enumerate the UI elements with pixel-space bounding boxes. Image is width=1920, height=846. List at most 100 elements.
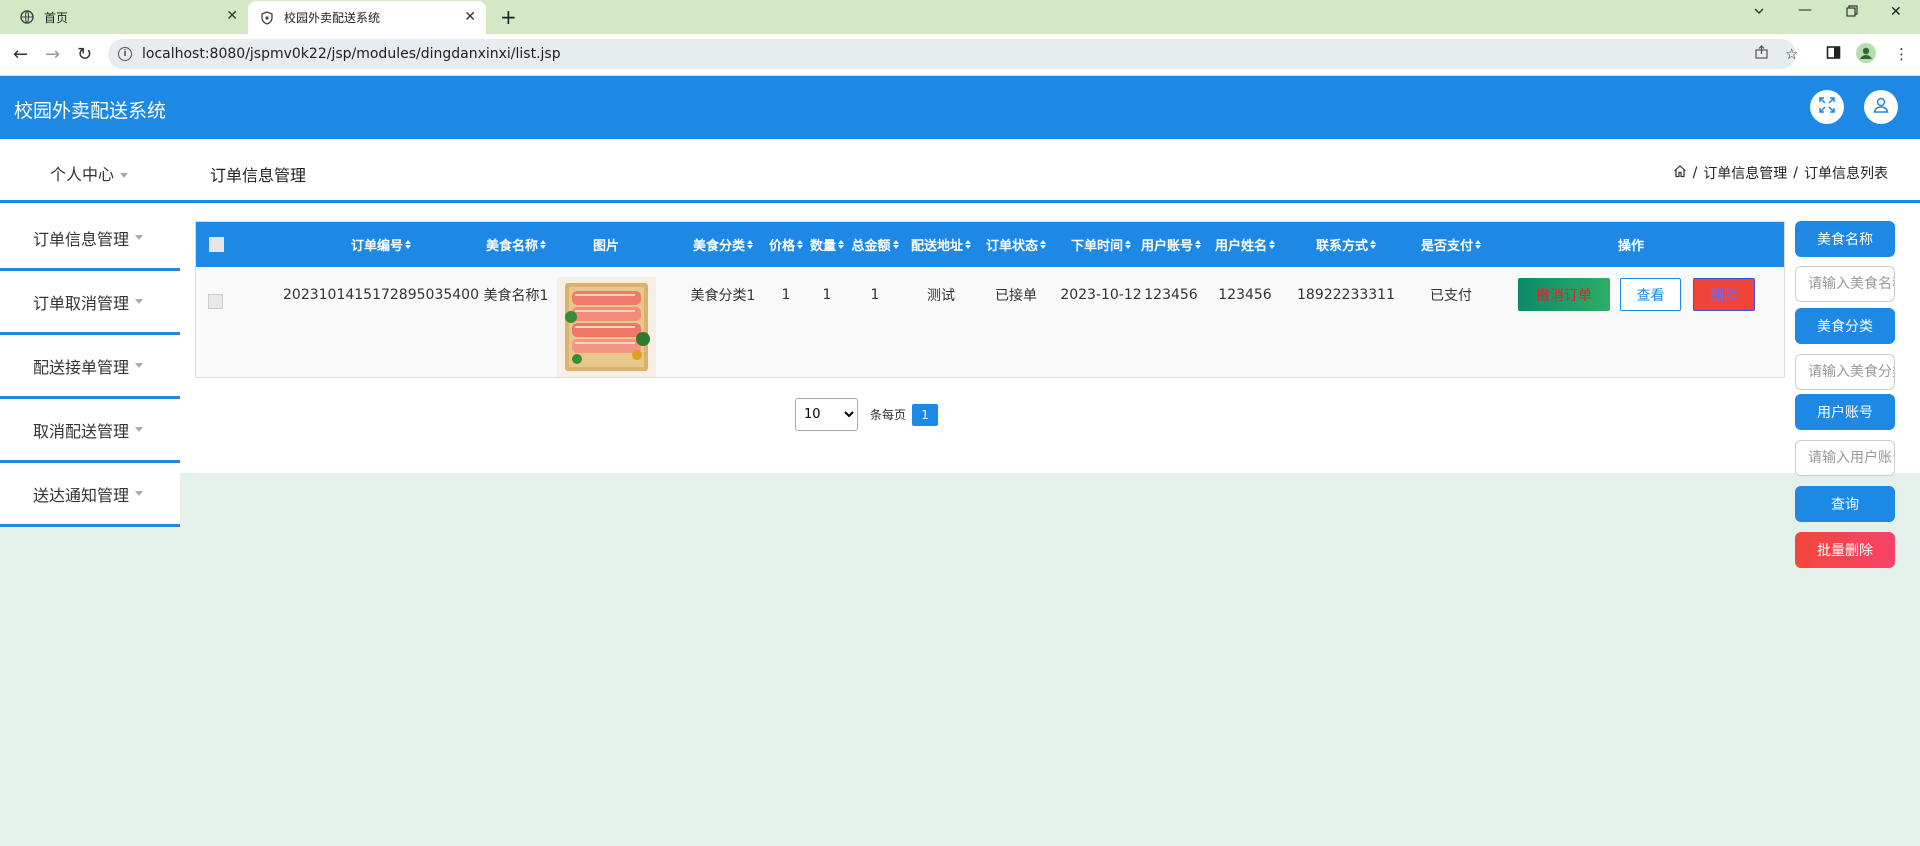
food-name-search-input[interactable] xyxy=(1795,266,1895,302)
sidebar-item-order-info[interactable]: 订单信息管理 xyxy=(0,207,180,271)
column-header: 图片 xyxy=(561,222,651,267)
browser-tab-home[interactable]: 首页 ✕ xyxy=(8,0,248,34)
cell-paid: 已支付 xyxy=(1430,288,1472,304)
view-button[interactable]: 查看 xyxy=(1620,278,1681,311)
column-header-label: 图片 xyxy=(592,239,619,254)
breadcrumb-item[interactable]: 订单信息管理 xyxy=(1703,163,1787,183)
share-icon[interactable] xyxy=(1754,45,1769,64)
cell-user-account: 123456 xyxy=(1144,287,1198,303)
column-header-label: 下单时间 xyxy=(1070,239,1123,254)
sidebar-item-label: 取消配送管理 xyxy=(33,421,130,441)
close-tab-icon[interactable]: ✕ xyxy=(464,9,476,25)
food-image[interactable] xyxy=(557,277,656,377)
column-header[interactable]: 美食名称 xyxy=(461,222,571,267)
close-window-icon[interactable]: ✕ xyxy=(1890,4,1902,20)
sort-icon xyxy=(540,240,546,249)
shield-icon xyxy=(260,10,274,25)
url-text: localhost:8080/jspmv0k22/jsp/modules/din… xyxy=(142,46,561,62)
sort-icon xyxy=(405,240,411,249)
back-arrow-icon[interactable]: ← xyxy=(13,44,28,65)
sidebar: 订单信息管理 订单取消管理 配送接单管理 取消配送管理 送达通知管理 xyxy=(0,207,180,527)
column-header-label: 用户姓名 xyxy=(1214,239,1267,254)
query-button[interactable]: 查询 xyxy=(1795,486,1895,522)
column-header-label: 订单编号 xyxy=(350,239,403,254)
column-header-label: 数量 xyxy=(809,239,836,254)
food-name-search-label[interactable]: 美食名称 xyxy=(1795,221,1895,257)
column-header[interactable]: 总金额 xyxy=(840,222,910,267)
column-header-label: 美食分类 xyxy=(692,239,745,254)
checkbox-box xyxy=(208,294,223,309)
column-header-label: 联系方式 xyxy=(1315,239,1368,254)
column-header[interactable]: 用户账号 xyxy=(1131,222,1211,267)
select-all-checkbox[interactable] xyxy=(208,222,225,267)
address-bar[interactable]: i localhost:8080/jspmv0k22/jsp/modules/d… xyxy=(108,39,1796,69)
site-info-icon[interactable]: i xyxy=(118,47,132,61)
bookmark-star-icon[interactable]: ☆ xyxy=(1785,45,1798,63)
sidebar-item-delivery-cancel[interactable]: 取消配送管理 xyxy=(0,399,180,463)
column-header-label: 操作 xyxy=(1617,239,1644,254)
fullscreen-button[interactable] xyxy=(1810,90,1844,124)
column-header[interactable]: 配送地址 xyxy=(901,222,981,267)
close-tab-icon[interactable]: ✕ xyxy=(226,8,238,24)
user-button[interactable] xyxy=(1864,90,1898,124)
profile-avatar-icon[interactable] xyxy=(1856,43,1876,67)
restore-icon[interactable] xyxy=(1845,4,1859,22)
column-header[interactable]: 用户姓名 xyxy=(1205,222,1285,267)
per-page-label: 条每页 xyxy=(870,408,907,422)
menu-kebab-icon[interactable]: ⋮ xyxy=(1894,45,1909,63)
delete-button[interactable]: 删除 xyxy=(1693,278,1755,311)
page-number-button[interactable]: 1 xyxy=(912,403,939,426)
sidebar-item-delivered-notice[interactable]: 送达通知管理 xyxy=(0,463,180,527)
sort-icon xyxy=(1370,240,1376,249)
sort-icon xyxy=(747,240,753,249)
pagination: 10 条每页 1 xyxy=(795,398,939,431)
column-header[interactable]: 是否支付 xyxy=(1406,222,1496,267)
sort-icon xyxy=(965,240,971,249)
sidebar-item-delivery-accept[interactable]: 配送接单管理 xyxy=(0,335,180,399)
category-search-input[interactable] xyxy=(1795,354,1895,390)
column-header-label: 配送地址 xyxy=(910,239,963,254)
caret-down-icon xyxy=(120,173,129,178)
column-header[interactable]: 联系方式 xyxy=(1286,222,1406,267)
cell-address: 测试 xyxy=(927,288,955,304)
reload-icon[interactable]: ↻ xyxy=(77,44,92,65)
category-search-label[interactable]: 美食分类 xyxy=(1795,308,1895,344)
column-header[interactable]: 订单编号 xyxy=(306,222,456,267)
column-header-label: 用户账号 xyxy=(1140,239,1193,254)
browser-tab-active[interactable]: 校园外卖配送系统 ✕ xyxy=(248,1,486,34)
account-search-label[interactable]: 用户账号 xyxy=(1795,394,1895,430)
caret-down-icon xyxy=(135,363,144,368)
batch-delete-button[interactable]: 批量删除 xyxy=(1795,532,1895,568)
cell-status: 已接单 xyxy=(995,288,1037,304)
sidebar-item-order-cancel[interactable]: 订单取消管理 xyxy=(0,271,180,335)
row-checkbox[interactable] xyxy=(208,294,223,313)
user-icon xyxy=(1872,96,1890,118)
fullscreen-icon xyxy=(1818,96,1836,118)
cell-user-name: 123456 xyxy=(1218,287,1272,303)
cell-total: 1 xyxy=(870,287,880,303)
caret-down-icon xyxy=(135,427,144,432)
sidepanel-icon[interactable] xyxy=(1826,45,1841,64)
account-search-input[interactable] xyxy=(1795,440,1895,476)
minimize-icon[interactable]: — xyxy=(1798,2,1812,18)
browser-tab-title: 首页 xyxy=(44,10,69,25)
globe-icon xyxy=(20,10,34,24)
column-header-label: 总金额 xyxy=(851,239,891,254)
forward-arrow-icon[interactable]: → xyxy=(45,44,60,65)
chevron-down-icon[interactable] xyxy=(1752,4,1766,22)
sort-icon xyxy=(1040,240,1046,249)
page-title: 订单信息管理 xyxy=(210,166,307,185)
order-table: 订单编号 美食名称 图片 美食分类 价格 数量 总金额 配送地址 订单状态 下单… xyxy=(195,221,1785,378)
top-subbar: 个人中心 订单信息管理 / 订单信息管理 / 订单信息列表 xyxy=(0,139,1920,203)
column-header: 操作 xyxy=(1546,222,1716,267)
personal-center-label: 个人中心 xyxy=(50,165,115,184)
personal-center-menu[interactable]: 个人中心 xyxy=(50,161,129,185)
sidebar-item-label: 订单信息管理 xyxy=(33,229,130,249)
new-tab-icon[interactable]: + xyxy=(500,5,517,29)
table-header: 订单编号 美食名称 图片 美食分类 价格 数量 总金额 配送地址 订单状态 下单… xyxy=(196,222,1784,267)
home-icon[interactable] xyxy=(1673,164,1687,182)
column-header[interactable]: 订单状态 xyxy=(976,222,1056,267)
cancel-order-button[interactable]: 撤消订单 xyxy=(1518,278,1610,311)
page-size-select[interactable]: 10 xyxy=(795,398,858,431)
sort-icon xyxy=(892,240,899,249)
